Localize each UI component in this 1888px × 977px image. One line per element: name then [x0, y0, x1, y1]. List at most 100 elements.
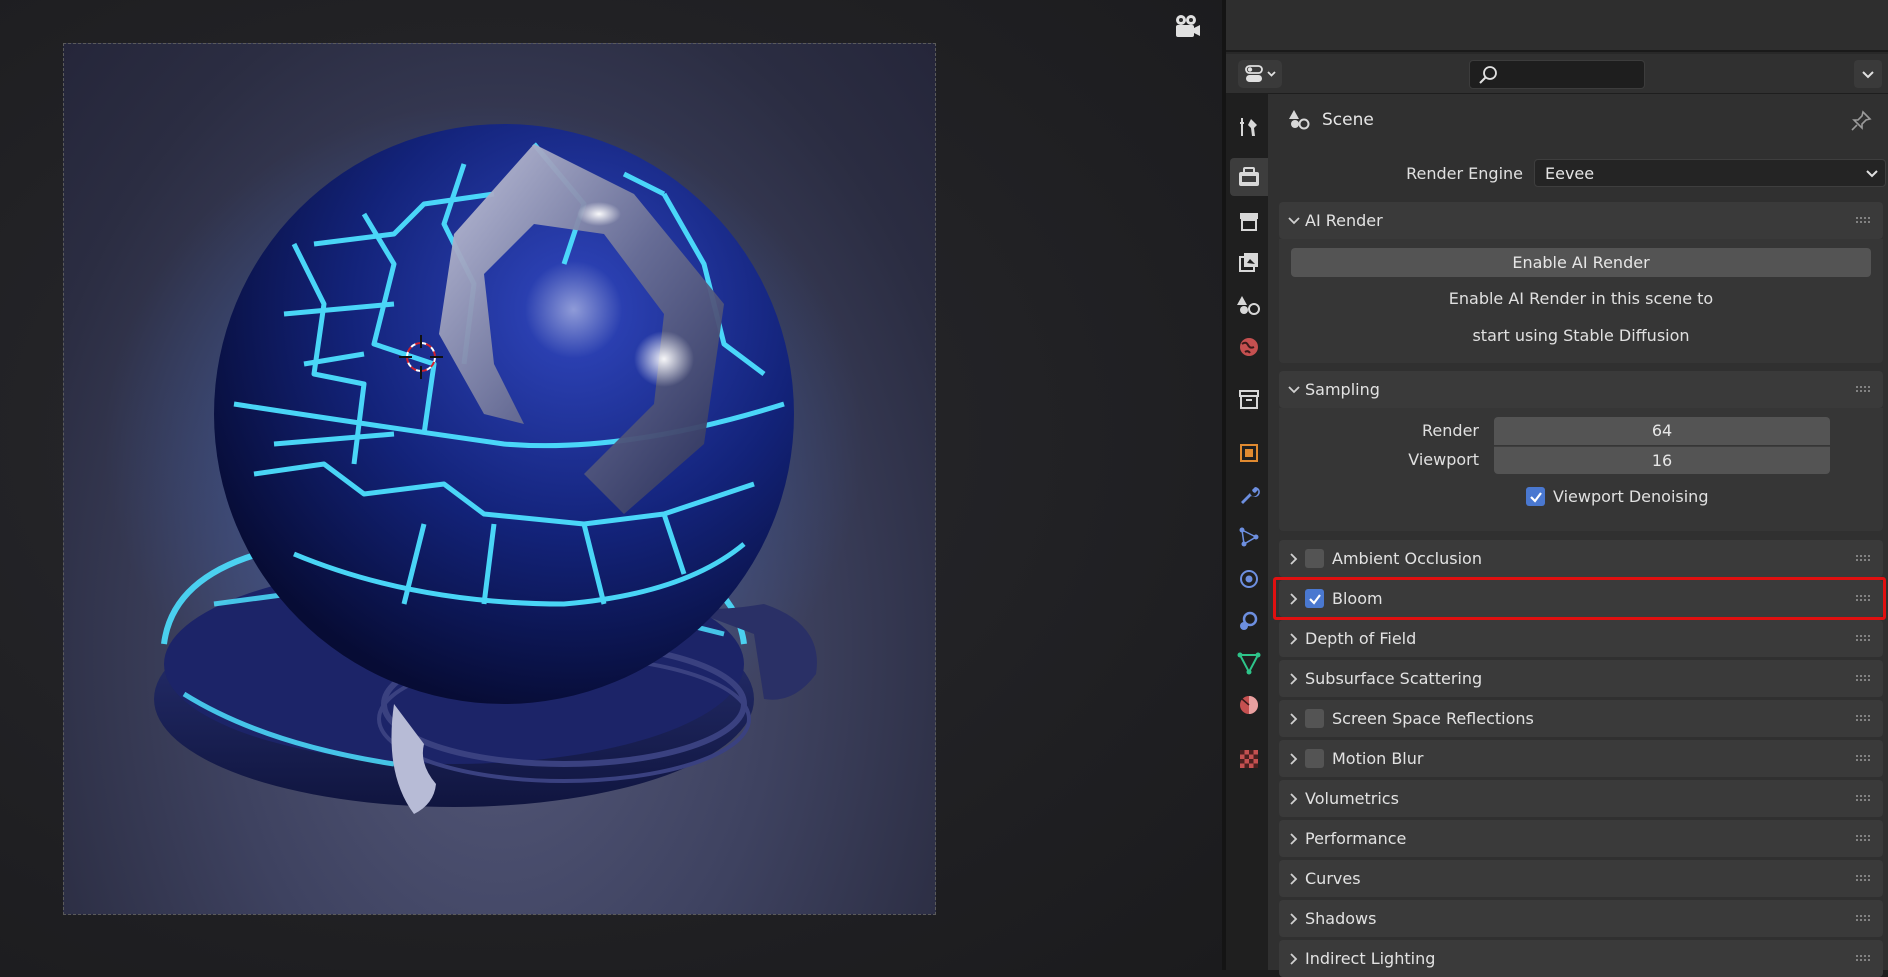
- chevron-right-icon: [1283, 712, 1305, 726]
- panel-depth-of-field-header[interactable]: Depth of Field: [1279, 620, 1883, 657]
- chevron-right-icon: [1283, 672, 1305, 686]
- drag-handle-icon[interactable]: [1855, 216, 1871, 224]
- panel-sampling-title: Sampling: [1305, 380, 1380, 399]
- drag-handle-icon[interactable]: [1855, 834, 1871, 842]
- scene-icon: [1237, 296, 1260, 315]
- panel-ai-render-header[interactable]: AI Render: [1279, 202, 1883, 239]
- panel-screen-space-reflections-header[interactable]: Screen Space Reflections: [1279, 700, 1883, 737]
- tab-data[interactable]: [1230, 644, 1268, 682]
- panel-screen-space-reflections-checkbox[interactable]: [1305, 709, 1324, 728]
- render-engine-value: Eevee: [1545, 164, 1595, 183]
- panel-indirect-lighting-header[interactable]: Indirect Lighting: [1279, 940, 1883, 977]
- drag-handle-icon[interactable]: [1855, 634, 1871, 642]
- panel-screen-space-reflections-title: Screen Space Reflections: [1332, 709, 1534, 728]
- context-breadcrumb: Scene: [1288, 108, 1374, 132]
- chevron-down-icon: [1283, 383, 1305, 397]
- tab-particles[interactable]: [1230, 518, 1268, 556]
- viewport-samples-field[interactable]: 16: [1494, 446, 1830, 474]
- viewport-samples-label: Viewport: [1408, 450, 1479, 469]
- panel-volumetrics-header[interactable]: Volumetrics: [1279, 780, 1883, 817]
- tab-view-layer[interactable]: [1230, 244, 1268, 282]
- panel-shadows-header[interactable]: Shadows: [1279, 900, 1883, 937]
- panel-performance-header[interactable]: Performance: [1279, 820, 1883, 857]
- drag-handle-icon[interactable]: [1855, 594, 1871, 602]
- panel-bloom-checkbox[interactable]: [1305, 589, 1324, 608]
- tab-material[interactable]: [1230, 686, 1268, 724]
- tab-scene[interactable]: [1230, 286, 1268, 324]
- render-samples-field[interactable]: 64: [1494, 417, 1830, 445]
- physics-icon: [1240, 570, 1258, 588]
- tab-render[interactable]: [1230, 158, 1268, 196]
- render-engine-dropdown[interactable]: Eevee: [1534, 159, 1886, 187]
- tab-world[interactable]: [1230, 328, 1268, 366]
- tab-tool[interactable]: [1230, 108, 1268, 146]
- chevron-right-icon: [1283, 752, 1305, 766]
- properties-tabs: [1226, 94, 1268, 970]
- texture-icon: [1240, 750, 1258, 768]
- material-icon: [1240, 696, 1258, 714]
- tab-output[interactable]: [1230, 202, 1268, 240]
- panel-motion-blur-header[interactable]: Motion Blur: [1279, 740, 1883, 777]
- tab-object[interactable]: [1230, 434, 1268, 472]
- viewport-denoising-checkbox[interactable]: [1526, 487, 1545, 506]
- wrench-icon: [1241, 487, 1260, 504]
- panel-depth-of-field-title: Depth of Field: [1305, 629, 1417, 648]
- drag-handle-icon[interactable]: [1855, 554, 1871, 562]
- drag-handle-icon[interactable]: [1855, 714, 1871, 722]
- search-icon: [1479, 66, 1497, 84]
- tab-collection[interactable]: [1230, 380, 1268, 418]
- chevron-right-icon: [1283, 792, 1305, 806]
- chevron-down-icon: [1862, 71, 1874, 79]
- drag-handle-icon[interactable]: [1855, 674, 1871, 682]
- drag-handle-icon[interactable]: [1855, 954, 1871, 962]
- chevron-right-icon: [1283, 952, 1305, 966]
- properties-editor: Scene Render Engine Eevee AI Render Enab…: [1226, 0, 1888, 977]
- panel-ambient-occlusion-checkbox[interactable]: [1305, 549, 1324, 568]
- panel-motion-blur-title: Motion Blur: [1332, 749, 1424, 768]
- panel-ai-render-body: Enable AI Render Enable AI Render in thi…: [1279, 239, 1883, 363]
- chevron-right-icon: [1283, 632, 1305, 646]
- panel-performance-title: Performance: [1305, 829, 1407, 848]
- panel-subsurface-scattering-header[interactable]: Subsurface Scattering: [1279, 660, 1883, 697]
- editor-type-button[interactable]: [1238, 60, 1282, 88]
- constraints-icon: [1240, 611, 1258, 630]
- panel-bloom-header[interactable]: Bloom: [1279, 580, 1883, 617]
- panel-sampling-body: Render 64 Viewport 16 Viewport Denoising: [1279, 408, 1883, 531]
- viewport-denoising-row[interactable]: Viewport Denoising: [1526, 487, 1708, 506]
- panel-shadows-title: Shadows: [1305, 909, 1377, 928]
- 3d-viewport[interactable]: [0, 0, 1222, 970]
- chevron-right-icon: [1283, 832, 1305, 846]
- panel-bloom-title: Bloom: [1332, 589, 1383, 608]
- tab-physics[interactable]: [1230, 560, 1268, 598]
- search-input[interactable]: [1469, 60, 1645, 89]
- drag-handle-icon[interactable]: [1855, 385, 1871, 393]
- panel-curves-header[interactable]: Curves: [1279, 860, 1883, 897]
- particles-icon: [1239, 527, 1259, 547]
- options-dropdown[interactable]: [1854, 60, 1882, 88]
- panel-subsurface-scattering-title: Subsurface Scattering: [1305, 669, 1483, 688]
- chevron-down-icon: [1283, 214, 1305, 228]
- enable-ai-render-button[interactable]: Enable AI Render: [1291, 248, 1871, 277]
- panel-curves-title: Curves: [1305, 869, 1361, 888]
- chevron-down-icon: [1866, 170, 1878, 178]
- tool-icon: [1240, 118, 1257, 136]
- ai-render-help-line2: start using Stable Diffusion: [1472, 326, 1690, 345]
- collection-icon: [1239, 390, 1259, 409]
- panel-motion-blur-checkbox[interactable]: [1305, 749, 1324, 768]
- panel-volumetrics-title: Volumetrics: [1305, 789, 1399, 808]
- mesh-data-icon: [1237, 652, 1261, 675]
- view-layer-icon: [1239, 253, 1258, 272]
- tab-texture[interactable]: [1230, 740, 1268, 778]
- tab-modifiers[interactable]: [1230, 476, 1268, 514]
- drag-handle-icon[interactable]: [1855, 754, 1871, 762]
- properties-content: Scene Render Engine Eevee AI Render Enab…: [1268, 94, 1888, 977]
- panel-sampling-header[interactable]: Sampling: [1279, 371, 1883, 408]
- drag-handle-icon[interactable]: [1855, 794, 1871, 802]
- drag-handle-icon[interactable]: [1855, 914, 1871, 922]
- camera-icon[interactable]: [1172, 14, 1202, 40]
- tab-constraints[interactable]: [1230, 602, 1268, 640]
- drag-handle-icon[interactable]: [1855, 874, 1871, 882]
- render-samples-label: Render: [1422, 421, 1479, 440]
- panel-ambient-occlusion-header[interactable]: Ambient Occlusion: [1279, 540, 1883, 577]
- pin-icon[interactable]: [1850, 110, 1872, 132]
